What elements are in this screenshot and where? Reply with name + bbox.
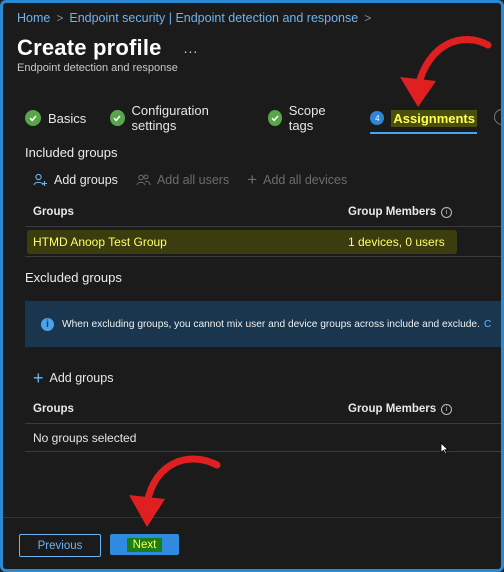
breadcrumb-endpoint-security[interactable]: Endpoint security | Endpoint detection a…	[69, 11, 358, 25]
next-button-label: Next	[126, 537, 163, 552]
create-profile-page: Home > Endpoint security | Endpoint dete…	[0, 0, 504, 572]
page-subtitle: Endpoint detection and response	[17, 62, 178, 74]
excluded-table-header: Groups Group Members i	[25, 395, 501, 424]
step-number-badge: 4	[370, 111, 385, 125]
column-header-label: Group Members	[348, 403, 437, 415]
add-groups-button[interactable]: Add groups	[33, 173, 118, 187]
group-members-count: 1 devices, 0 users	[348, 235, 445, 249]
included-table-header: Groups Group Members i	[25, 198, 501, 227]
banner-link[interactable]: C	[484, 319, 491, 330]
tab-label: Scope tags	[288, 103, 326, 133]
tab-scope-tags[interactable]: Scope tags	[267, 103, 347, 133]
title-row: Create profile ...	[17, 35, 198, 61]
plus-icon: +	[247, 170, 258, 189]
info-icon: i	[41, 317, 54, 331]
chevron-right-icon: >	[56, 11, 64, 25]
annotation-arrow-icon	[129, 455, 221, 527]
included-command-bar: Add groups Add all users + Add all devic…	[33, 170, 365, 189]
add-groups-label: Add groups	[54, 173, 118, 187]
column-header-label: Group Members	[348, 206, 437, 218]
add-groups-label: Add groups	[49, 371, 114, 385]
more-options-icon[interactable]: ...	[184, 40, 199, 56]
previous-button[interactable]: Previous	[19, 534, 101, 557]
tab-label: Configuration settings	[131, 103, 209, 133]
add-all-devices-label: Add all devices	[263, 173, 348, 187]
add-person-icon	[33, 173, 47, 186]
info-banner: i When excluding groups, you cannot mix …	[25, 301, 501, 347]
included-groups-title: Included groups	[25, 145, 118, 160]
divider	[25, 451, 501, 452]
column-header-groups[interactable]: Groups	[33, 403, 74, 415]
excluded-groups-title: Excluded groups	[25, 270, 122, 285]
add-all-users-label: Add all users	[156, 173, 230, 187]
add-all-devices-button[interactable]: + Add all devices	[247, 170, 348, 189]
tab-configuration-settings[interactable]: Configuration settings	[110, 103, 243, 133]
column-header-groups[interactable]: Groups	[33, 206, 74, 218]
page-title: Create profile	[17, 35, 162, 60]
checkmark-icon	[267, 110, 282, 126]
excluded-command-bar: + Add groups	[33, 368, 131, 388]
column-header-group-members[interactable]: Group Members i	[348, 403, 453, 415]
tab-basics[interactable]: Basics	[25, 110, 86, 126]
info-icon[interactable]: i	[441, 403, 453, 415]
mouse-cursor-icon	[440, 442, 449, 455]
add-all-users-button[interactable]: Add all users	[136, 173, 229, 187]
breadcrumb: Home > Endpoint security | Endpoint dete…	[17, 11, 371, 25]
users-icon	[136, 174, 151, 186]
checkmark-icon	[110, 110, 125, 126]
banner-text: When excluding groups, you cannot mix us…	[62, 318, 480, 330]
breadcrumb-home[interactable]: Home	[17, 11, 50, 25]
table-row[interactable]: HTMD Anoop Test Group 1 devices, 0 users	[25, 228, 501, 257]
empty-state-text: No groups selected	[33, 431, 137, 445]
tab-label: Basics	[48, 110, 87, 126]
footer-divider	[3, 517, 501, 518]
plus-icon: +	[33, 368, 44, 388]
add-excluded-groups-button[interactable]: + Add groups	[33, 368, 114, 388]
column-header-group-members[interactable]: Group Members i	[348, 206, 453, 218]
next-button[interactable]: Next	[110, 534, 179, 555]
checkmark-icon	[25, 110, 41, 126]
group-name: HTMD Anoop Test Group	[33, 235, 167, 249]
info-icon[interactable]: i	[441, 206, 453, 218]
chevron-right-icon: >	[364, 11, 372, 25]
annotation-arrow-icon	[400, 35, 492, 107]
